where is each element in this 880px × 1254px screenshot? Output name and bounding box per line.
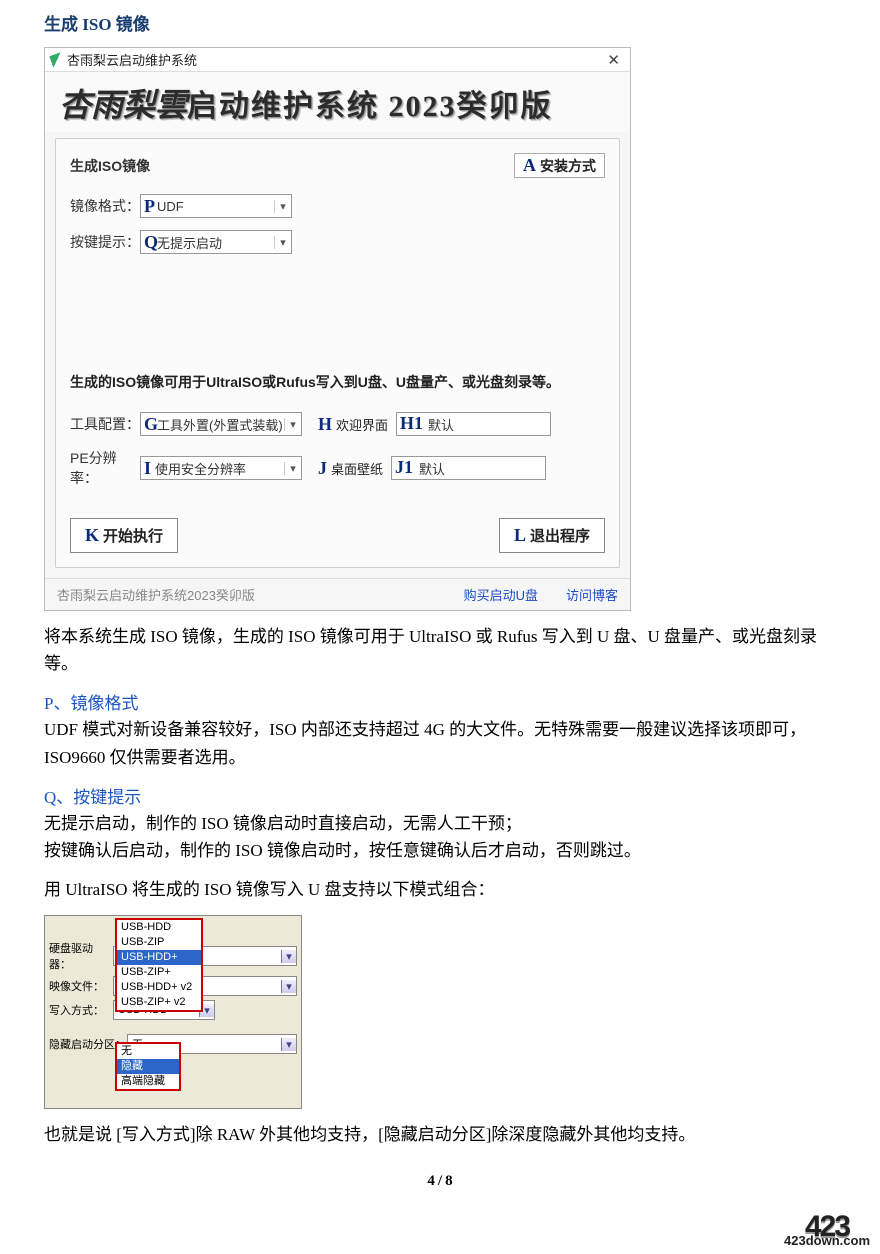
link-blog[interactable]: 访问博客 [566, 585, 618, 604]
exit-label: 退出程序 [530, 525, 590, 546]
write-mode-option[interactable]: USB-ZIP+ v2 [117, 995, 201, 1010]
hide-option[interactable]: 隐藏 [117, 1059, 179, 1074]
exit-letter: L [514, 525, 526, 546]
wall-letter: J [318, 458, 327, 479]
ultraiso-screenshot: USB-HDDUSB-ZIPUSB-HDD+USB-ZIP+USB-HDD+ v… [44, 915, 302, 1109]
res-letter: I [144, 458, 151, 479]
banner-text: 启动维护系统 2023癸卯版 [187, 90, 553, 123]
statusbar: 杏雨梨云启动维护系统2023癸卯版 购买启动U盘 访问博客 [45, 578, 630, 610]
key-label: 按键提示： [70, 232, 140, 252]
app-icon [49, 52, 64, 67]
welcome-in-letter: H1 [400, 413, 423, 434]
write-mode-option[interactable]: USB-HDD [117, 920, 201, 935]
write-mode-option[interactable]: USB-ZIP+ [117, 965, 201, 980]
brand-big: 423 [784, 1220, 870, 1234]
paragraph-conclusion: 也就是说 [写入方式]除 RAW 外其他均支持，[隐藏启动分区]除深度隐藏外其他… [44, 1121, 836, 1148]
hide-option[interactable]: 高端隐藏 [117, 1074, 179, 1089]
write-mode-menu[interactable]: USB-HDDUSB-ZIPUSB-HDD+USB-ZIP+USB-HDD+ v… [115, 918, 203, 1012]
format-combo[interactable]: P UDF ▾ [140, 194, 292, 218]
u-drive-label: 硬盘驱动器： [49, 940, 113, 972]
wall-input[interactable]: J1 默认 [391, 456, 546, 480]
write-mode-option[interactable]: USB-HDD+ [117, 950, 201, 965]
page-total: 8 [445, 1173, 453, 1189]
brand-small: 423down.com [784, 1234, 870, 1248]
titlebar: 杏雨梨云启动维护系统 ✕ [45, 48, 630, 72]
wall-label: 桌面壁纸 [331, 459, 383, 478]
subhead-q: Q、按键提示 [44, 783, 836, 808]
tool-value: 工具外置(外置式装载) [141, 415, 283, 434]
page-cur: 4 [427, 1173, 435, 1189]
welcome-input[interactable]: H1 默认 [396, 412, 551, 436]
start-label: 开始执行 [103, 525, 163, 546]
link-buy-usb[interactable]: 购买启动U盘 [464, 585, 538, 604]
exit-button[interactable]: L 退出程序 [499, 518, 605, 553]
app-window: 杏雨梨云启动维护系统 ✕ 杏雨梨雲启动维护系统 2023癸卯版 生成ISO镜像 … [44, 47, 631, 611]
res-value: 使用安全分辨率 [141, 459, 246, 478]
window-title: 杏雨梨云启动维护系统 [67, 50, 197, 69]
install-mode-button[interactable]: A 安装方式 [514, 153, 605, 178]
page-number: 4/8 [44, 1173, 836, 1190]
chevron-down-icon: ▾ [281, 980, 296, 993]
res-label: PE分辨率： [70, 448, 140, 488]
write-mode-option[interactable]: USB-ZIP [117, 935, 201, 950]
welcome-label: 欢迎界面 [336, 415, 388, 434]
welcome-letter: H [318, 414, 332, 435]
format-letter: P [144, 196, 155, 217]
status-text: 杏雨梨云启动维护系统2023癸卯版 [57, 585, 255, 604]
paragraph-ultra-lead: 用 UltraISO 将生成的 ISO 镜像写入 U 盘支持以下模式组合： [44, 876, 836, 903]
install-letter: A [523, 155, 536, 176]
chevron-down-icon: ▾ [281, 1038, 296, 1051]
tool-letter: G [144, 414, 158, 435]
paragraph-p: UDF 模式对新设备兼容较好，ISO 内部还支持超过 4G 的大文件。无特殊需要… [44, 716, 836, 770]
banner-calligraphy: 杏雨梨雲 [59, 87, 187, 123]
key-combo[interactable]: Q 无提示启动 ▾ [140, 230, 292, 254]
tool-combo[interactable]: G 工具外置(外置式装载) ▾ [140, 412, 302, 436]
chevron-down-icon: ▾ [281, 950, 296, 963]
key-letter: Q [144, 232, 158, 253]
chevron-down-icon: ▾ [284, 462, 301, 475]
hint-text: 生成的ISO镜像可用于UltraISO或Rufus写入到U盘、U盘量产、或光盘刻… [56, 354, 619, 406]
chevron-down-icon: ▾ [284, 418, 301, 431]
hide-menu[interactable]: 无隐藏高端隐藏 [115, 1042, 181, 1091]
tool-label: 工具配置： [70, 414, 140, 434]
paragraph-q2: 按键确认后启动，制作的 ISO 镜像启动时，按任意键确认后才启动，否则跳过。 [44, 837, 836, 864]
section-title: 生成 ISO 镜像 [44, 10, 836, 35]
start-letter: K [85, 525, 99, 546]
hide-option[interactable]: 无 [117, 1044, 179, 1059]
res-combo[interactable]: I 使用安全分辨率 ▾ [140, 456, 302, 480]
u-write-label: 写入方式： [49, 1002, 113, 1018]
close-icon[interactable]: ✕ [603, 51, 624, 69]
subhead-p: P、镜像格式 [44, 689, 836, 714]
format-label: 镜像格式： [70, 196, 140, 216]
start-button[interactable]: K 开始执行 [70, 518, 178, 553]
chevron-down-icon: ▾ [274, 200, 291, 213]
wall-in-letter: J1 [395, 457, 413, 478]
install-label: 安装方式 [540, 156, 596, 176]
chevron-down-icon: ▾ [274, 236, 291, 249]
u-image-label: 映像文件： [49, 978, 113, 994]
paragraph-intro: 将本系统生成 ISO 镜像，生成的 ISO 镜像可用于 UltraISO 或 R… [44, 623, 836, 677]
app-banner: 杏雨梨雲启动维护系统 2023癸卯版 [45, 72, 630, 132]
write-mode-option[interactable]: USB-HDD+ v2 [117, 980, 201, 995]
section-label: 生成ISO镜像 [70, 156, 150, 176]
paragraph-q1: 无提示启动，制作的 ISO 镜像启动时直接启动，无需人工干预； [44, 810, 836, 837]
